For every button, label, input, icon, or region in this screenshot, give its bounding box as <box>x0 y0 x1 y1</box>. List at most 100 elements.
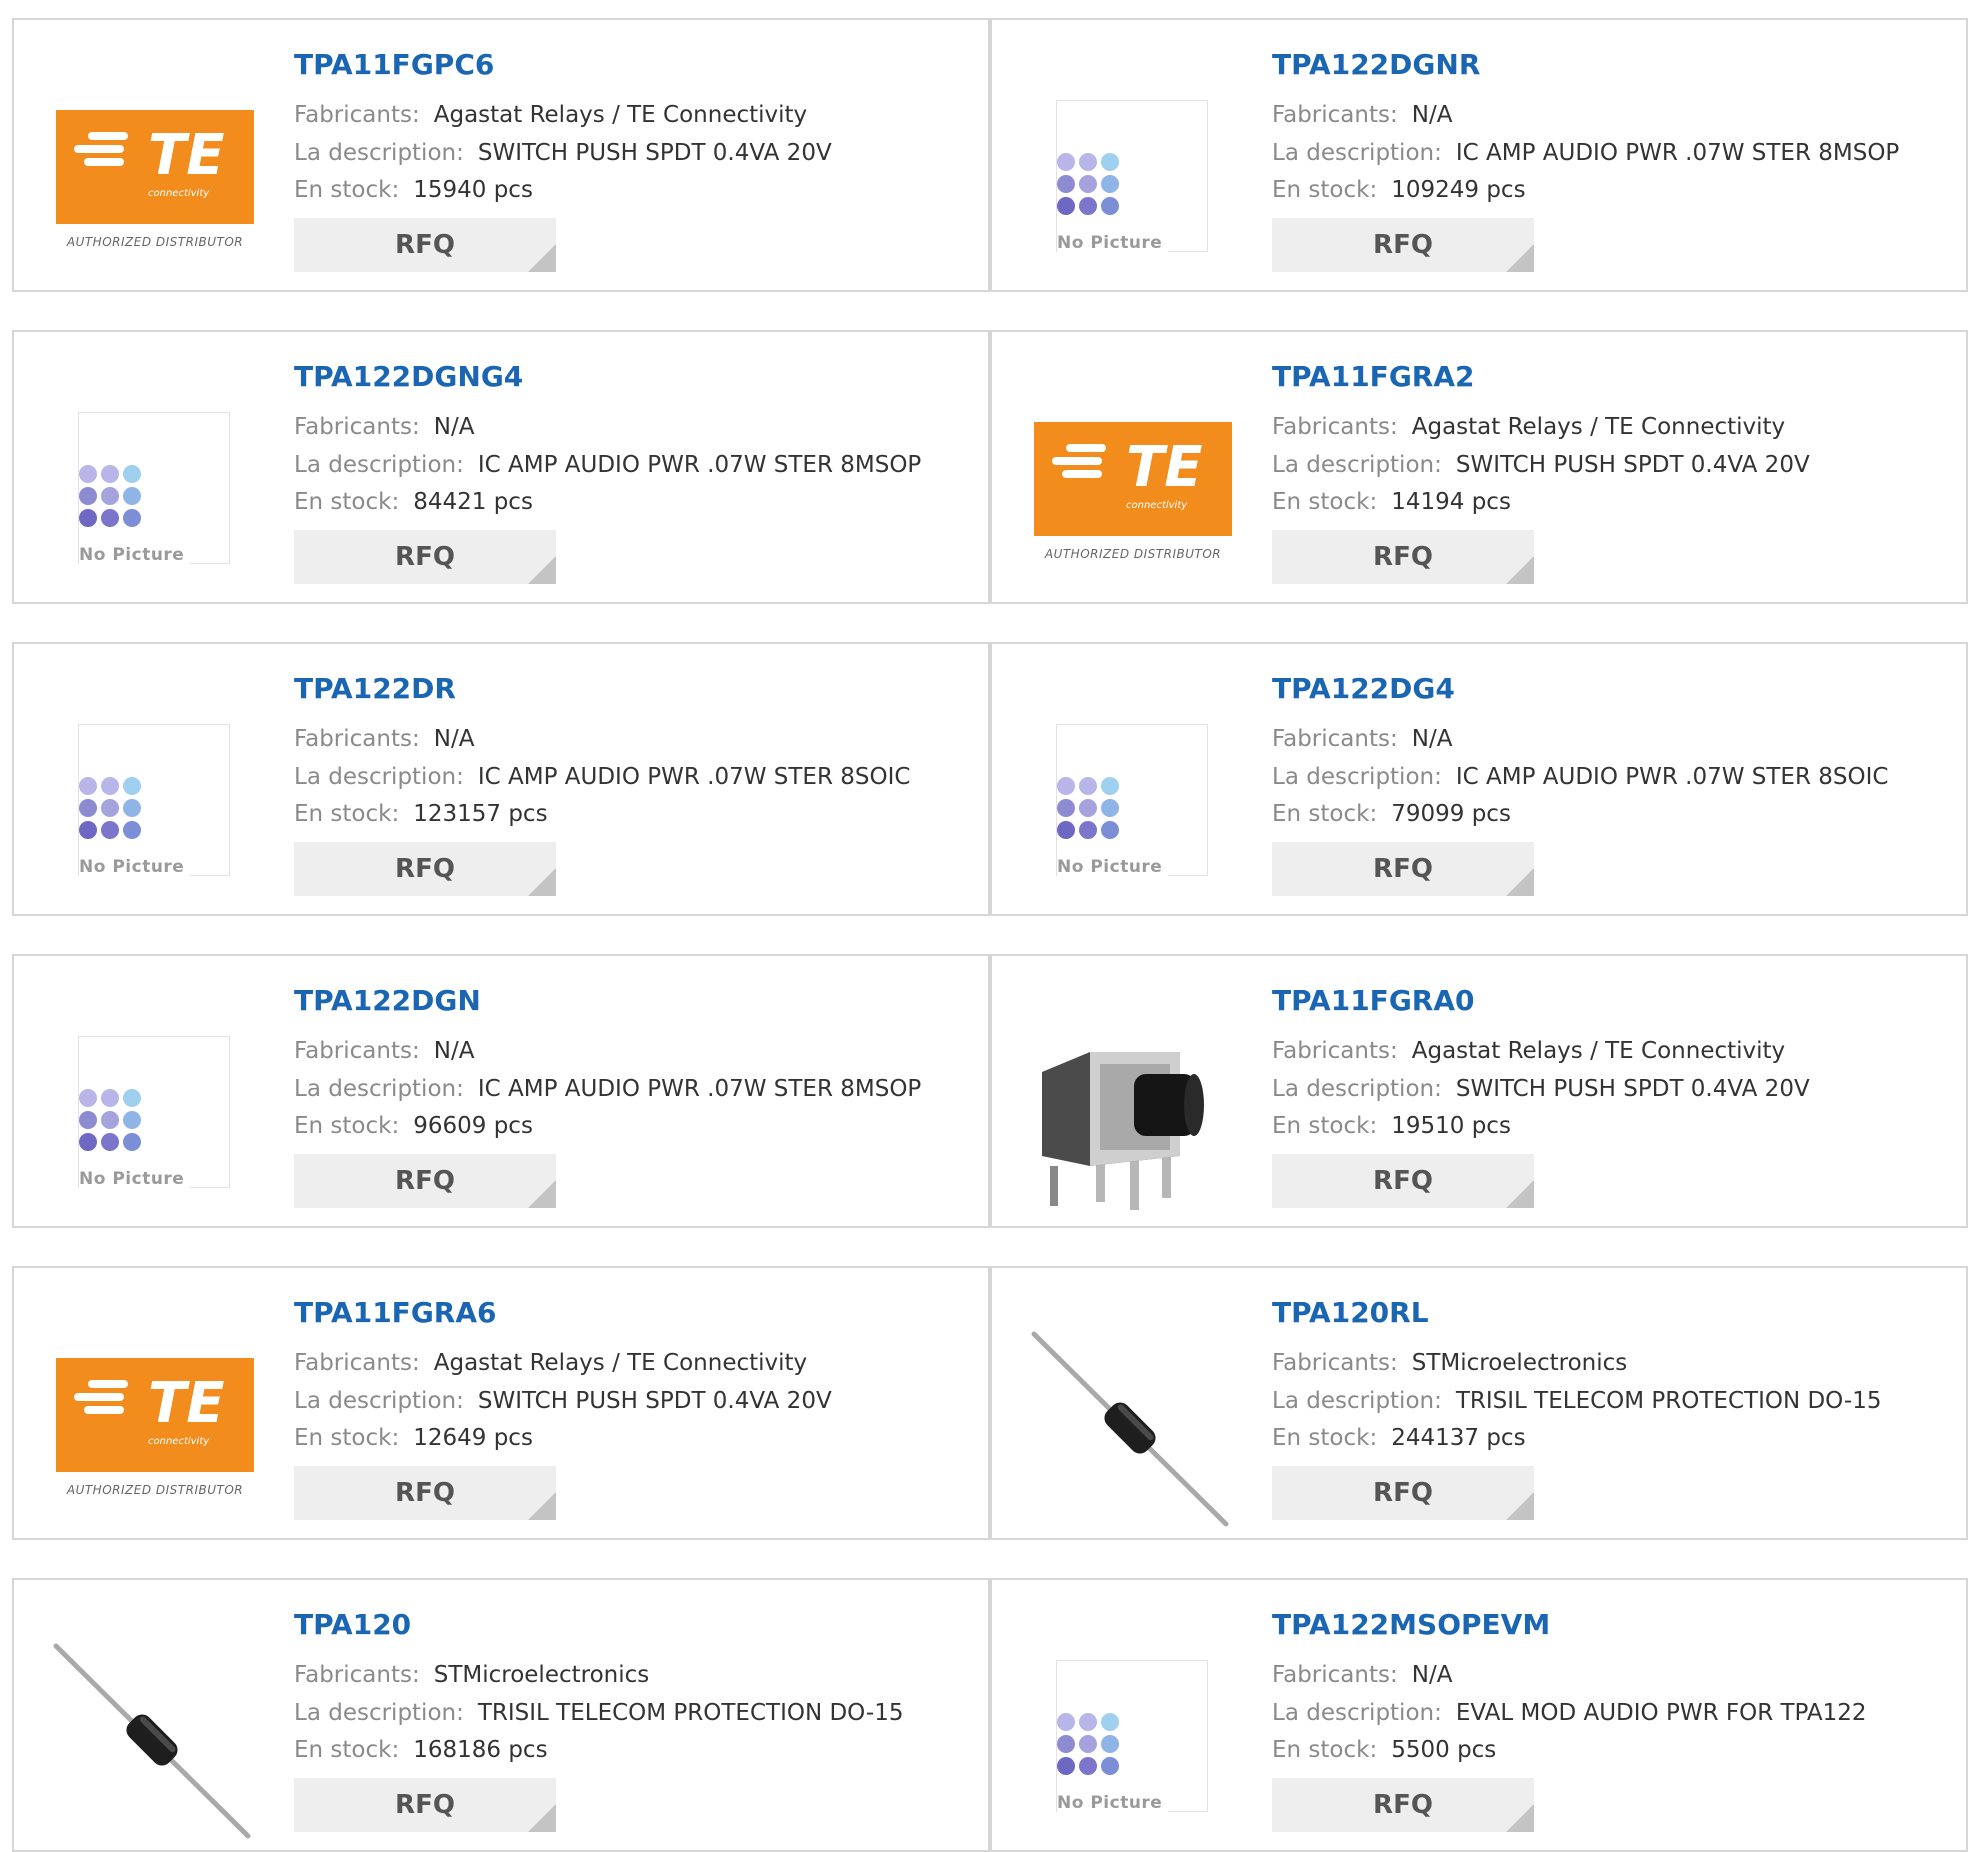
rfq-button[interactable]: RFQ <box>1272 1466 1534 1520</box>
no-picture-placeholder: No Picture <box>1056 1660 1208 1813</box>
rfq-button[interactable]: RFQ <box>1272 842 1534 896</box>
description-row: La description: SWITCH PUSH SPDT 0.4VA 20… <box>1272 452 1810 478</box>
authorized-distributor-text: AUTHORIZED DISTRIBUTOR <box>1044 547 1222 561</box>
description-row: La description: IC AMP AUDIO PWR .07W STE… <box>294 1076 921 1102</box>
stock-label: En stock: <box>294 1425 400 1451</box>
product-thumbnail[interactable]: No Picture <box>52 704 252 904</box>
no-picture-dots-icon <box>79 465 149 529</box>
description-label: La description: <box>294 1076 464 1102</box>
description-row: La description: IC AMP AUDIO PWR .07W STE… <box>1272 140 1899 166</box>
description-label: La description: <box>294 140 464 166</box>
diode-image <box>1031 1331 1229 1527</box>
description-row: La description: IC AMP AUDIO PWR .07W STE… <box>294 764 910 790</box>
part-number-link[interactable]: TPA11FGRA2 <box>1272 360 1475 393</box>
part-number-link[interactable]: TPA120 <box>294 1608 411 1641</box>
rfq-label: RFQ <box>1373 542 1433 572</box>
manufacturer-row: Fabricants: N/A <box>294 1038 474 1064</box>
part-number-link[interactable]: TPA120RL <box>1272 1296 1429 1329</box>
rfq-label: RFQ <box>395 854 455 884</box>
rfq-label: RFQ <box>1373 1166 1433 1196</box>
description-value: SWITCH PUSH SPDT 0.4VA 20V <box>1455 452 1810 478</box>
te-connectivity-logo: TE connectivity AUTHORIZED DISTRIBUTOR <box>56 1358 254 1506</box>
rfq-button[interactable]: RFQ <box>294 218 556 272</box>
product-thumbnail[interactable] <box>52 1640 252 1840</box>
rfq-label: RFQ <box>395 542 455 572</box>
product-thumbnail[interactable] <box>1030 1328 1230 1528</box>
corner-triangle-icon <box>528 1492 556 1520</box>
product-thumbnail[interactable]: No Picture <box>1030 80 1230 280</box>
authorized-distributor-text: AUTHORIZED DISTRIBUTOR <box>66 1483 244 1497</box>
rfq-button[interactable]: RFQ <box>1272 218 1534 272</box>
stock-label: En stock: <box>1272 489 1378 515</box>
rfq-button[interactable]: RFQ <box>1272 1778 1534 1832</box>
description-label: La description: <box>294 764 464 790</box>
manufacturer-row: Fabricants: N/A <box>1272 1662 1452 1688</box>
product-card-tpa11fgra6: TE connectivity AUTHORIZED DISTRIBUTOR TPA… <box>12 1266 990 1540</box>
product-thumbnail[interactable]: No Picture <box>52 392 252 592</box>
product-thumbnail[interactable]: TE connectivity AUTHORIZED DISTRIBUTOR <box>52 80 254 280</box>
diode-image <box>53 1643 251 1839</box>
corner-triangle-icon <box>1506 1180 1534 1208</box>
corner-triangle-icon <box>528 1804 556 1832</box>
manufacturer-row: Fabricants: N/A <box>294 414 474 440</box>
te-stripes-icon <box>74 1376 129 1418</box>
rfq-button[interactable]: RFQ <box>1272 530 1534 584</box>
product-thumbnail[interactable] <box>1030 1016 1230 1216</box>
product-thumbnail[interactable]: TE connectivity AUTHORIZED DISTRIBUTOR <box>1030 392 1232 592</box>
part-number-link[interactable]: TPA122DR <box>294 672 456 705</box>
corner-triangle-icon <box>1506 556 1534 584</box>
te-logo-subtext: connectivity <box>1126 500 1188 511</box>
part-number-link[interactable]: TPA122DG4 <box>1272 672 1455 705</box>
stock-row: En stock: 15940 pcs <box>294 177 533 203</box>
manufacturer-value: N/A <box>1411 102 1453 128</box>
stock-label: En stock: <box>294 801 400 827</box>
part-number-link[interactable]: TPA122MSOPEVM <box>1272 1608 1550 1641</box>
stock-label: En stock: <box>1272 1113 1378 1139</box>
product-thumbnail[interactable]: No Picture <box>52 1016 252 1216</box>
stock-row: En stock: 12649 pcs <box>294 1425 533 1451</box>
part-number-link[interactable]: TPA11FGPC6 <box>294 48 494 81</box>
corner-triangle-icon <box>528 556 556 584</box>
authorized-distributor-text: AUTHORIZED DISTRIBUTOR <box>66 235 244 249</box>
manufacturer-row: Fabricants: Agastat Relays / TE Connectiv… <box>1272 1038 1785 1064</box>
manufacturer-value: N/A <box>433 1038 475 1064</box>
te-logo-subtext: connectivity <box>148 1436 210 1447</box>
description-label: La description: <box>294 1700 464 1726</box>
rfq-button[interactable]: RFQ <box>1272 1154 1534 1208</box>
stock-value: 15940 pcs <box>413 177 533 203</box>
stock-label: En stock: <box>294 1113 400 1139</box>
corner-triangle-icon <box>528 868 556 896</box>
manufacturer-value: N/A <box>1411 726 1453 752</box>
manufacturer-row: Fabricants: Agastat Relays / TE Connectiv… <box>294 1350 807 1376</box>
product-thumbnail[interactable]: No Picture <box>1030 1640 1230 1840</box>
manufacturer-label: Fabricants: <box>294 726 420 752</box>
no-picture-dots-icon <box>79 777 149 841</box>
no-picture-text: No Picture <box>79 1169 191 1189</box>
product-card-tpa122dgnr: No Picture TPA122DGNR Fabricants: N/A La … <box>990 18 1968 292</box>
part-number-link[interactable]: TPA122DGN <box>294 984 481 1017</box>
description-value: TRISIL TELECOM PROTECTION DO-15 <box>477 1700 904 1726</box>
part-number-link[interactable]: TPA122DGNR <box>1272 48 1480 81</box>
no-picture-dots-icon <box>1057 777 1127 841</box>
stock-value: 168186 pcs <box>413 1737 548 1763</box>
stock-value: 12649 pcs <box>413 1425 533 1451</box>
rfq-button[interactable]: RFQ <box>294 1466 556 1520</box>
description-value: SWITCH PUSH SPDT 0.4VA 20V <box>1455 1076 1810 1102</box>
part-number-link[interactable]: TPA11FGRA0 <box>1272 984 1475 1017</box>
manufacturer-label: Fabricants: <box>1272 726 1398 752</box>
part-number-link[interactable]: TPA122DGNG4 <box>294 360 523 393</box>
rfq-button[interactable]: RFQ <box>294 842 556 896</box>
part-number-link[interactable]: TPA11FGRA6 <box>294 1296 497 1329</box>
manufacturer-value: Agastat Relays / TE Connectivity <box>433 102 808 128</box>
description-value: EVAL MOD AUDIO PWR FOR TPA122 <box>1455 1700 1867 1726</box>
manufacturer-value: N/A <box>433 726 475 752</box>
te-logo-box: TE connectivity <box>1034 422 1232 536</box>
product-thumbnail[interactable]: TE connectivity AUTHORIZED DISTRIBUTOR <box>52 1328 254 1528</box>
rfq-label: RFQ <box>395 1478 455 1508</box>
product-thumbnail[interactable]: No Picture <box>1030 704 1230 904</box>
product-card-tpa122dr: No Picture TPA122DR Fabricants: N/A La de… <box>12 642 990 916</box>
rfq-button[interactable]: RFQ <box>294 530 556 584</box>
rfq-button[interactable]: RFQ <box>294 1778 556 1832</box>
product-card-tpa122dg4: No Picture TPA122DG4 Fabricants: N/A La d… <box>990 642 1968 916</box>
rfq-button[interactable]: RFQ <box>294 1154 556 1208</box>
